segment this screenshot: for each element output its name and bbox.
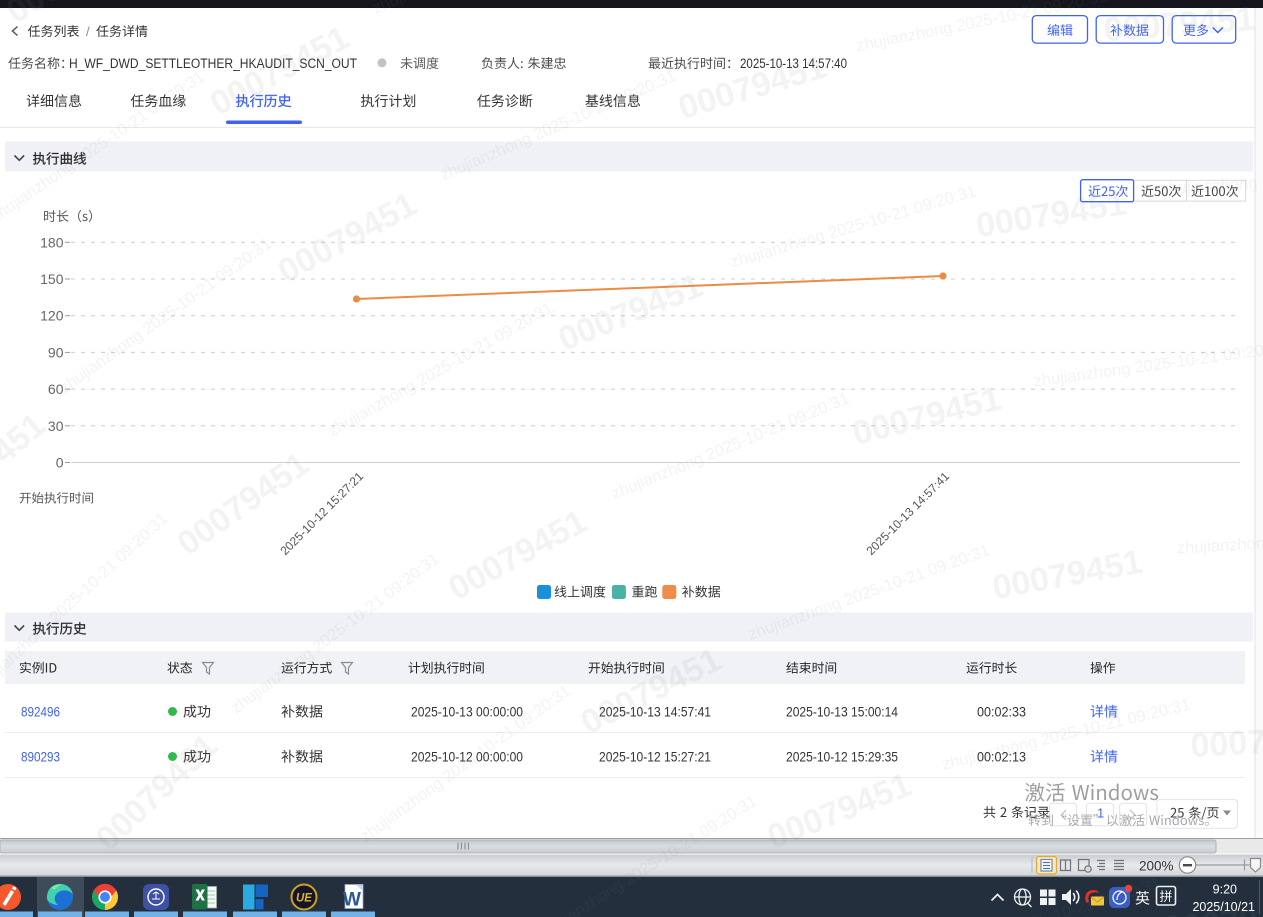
svg-text:00079451: 00079451 [204, 18, 355, 123]
svg-text:00079451: 00079451 [674, 48, 830, 127]
svg-text:zhujianzhong 2025-10-21 09:20:: zhujianzhong 2025-10-21 09:20:31 [56, 235, 274, 397]
svg-text:zhujianzhong 2025-10-21 09:20:: zhujianzhong 2025-10-21 09:20:31 [357, 682, 574, 846]
svg-text:zhujianzhong 2025-10-21 09:20:: zhujianzhong 2025-10-21 09:20:31 [228, 550, 443, 717]
svg-text:zhujianzhong 2025-10-21 09:20:: zhujianzhong 2025-10-21 09:20:31 [855, 0, 1109, 55]
svg-text:00079451: 00079451 [553, 267, 708, 359]
svg-text:zhujianzhong 2025-10-21 09:20:: zhujianzhong 2025-10-21 09:20:31 [325, 299, 556, 440]
svg-text:zhujianzhong 2025-10-21 09:20:: zhujianzhong 2025-10-21 09:20:31 [0, 68, 208, 227]
svg-text:zhujianzhong 2025-10-21 09:20:: zhujianzhong 2025-10-21 09:20:31 [746, 541, 992, 644]
svg-text:zhujianzhong 2025-10-21 09:20:: zhujianzhong 2025-10-21 09:20:31 [940, 696, 1192, 774]
svg-text:zhujianzhong 2025-10-21 09:20:: zhujianzhong 2025-10-21 09:20:31 [0, 0, 5, 145]
svg-text:zhujianzhong 2025-10-21 09:20:: zhujianzhong 2025-10-21 09:20:31 [1176, 525, 1263, 558]
svg-text:00079451: 00079451 [849, 379, 1005, 452]
svg-text:zhujianzhong 2025-10-21 09:20:: zhujianzhong 2025-10-21 09:20:31 [728, 182, 978, 271]
svg-text:zhujianzhong 2025-10-21 09:20:: zhujianzhong 2025-10-21 09:20:31 [535, 792, 760, 917]
svg-text:zhujianzhong 2025-10-21 09:20:: zhujianzhong 2025-10-21 09:20:31 [914, 875, 1163, 917]
svg-text:00079451: 00079451 [89, 727, 225, 858]
svg-text:zhujianzhong 2025-10-21 09:20:: zhujianzhong 2025-10-21 09:20:31 [0, 510, 171, 696]
svg-text:zhujianzhong 2025-10-21 09:20:: zhujianzhong 2025-10-21 09:20:31 [609, 390, 852, 503]
svg-text:zhujianzhong 2025-10-21 09:20:: zhujianzhong 2025-10-21 09:20:31 [1160, 166, 1263, 198]
svg-text:zhujianzhong 2025-10-21 09:20:: zhujianzhong 2025-10-21 09:20:31 [370, 0, 611, 18]
svg-text:00079451: 00079451 [0, 406, 53, 533]
svg-text:00079451: 00079451 [973, 184, 1128, 245]
svg-text:00079451: 00079451 [272, 185, 423, 291]
svg-text:zhujianzhong 2025-10-21 09:20:: zhujianzhong 2025-10-21 09:20:31 [1033, 338, 1263, 390]
svg-text:00079451: 00079451 [990, 543, 1146, 607]
svg-text:00079451: 00079451 [1102, 0, 1256, 49]
svg-text:00079451: 00079451 [442, 502, 593, 608]
svg-text:00079451: 00079451 [170, 445, 316, 563]
svg-text:00079451: 00079451 [0, 0, 149, 31]
svg-text:00079451: 00079451 [1162, 896, 1263, 917]
svg-text:zhujianzhong 2025-10-21 09:20:: zhujianzhong 2025-10-21 09:20:31 [438, 67, 679, 185]
svg-text:00079451: 00079451 [575, 640, 727, 742]
svg-text:00079451: 00079451 [1190, 719, 1263, 765]
svg-text:00079451: 00079451 [762, 765, 917, 856]
